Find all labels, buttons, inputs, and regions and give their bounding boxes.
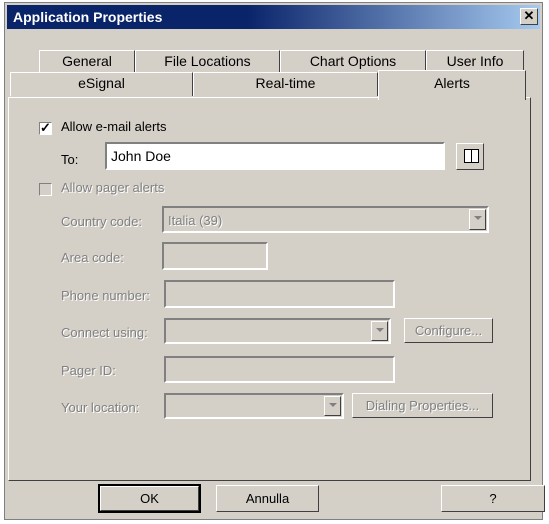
your-location-select[interactable] [164, 393, 344, 419]
tab-file-locations[interactable]: File Locations [135, 50, 280, 72]
connect-using-label: Connect using: [61, 325, 148, 340]
chevron-down-icon [474, 216, 482, 220]
phone-number-label: Phone number: [61, 288, 150, 303]
country-code-label: Country code: [61, 214, 142, 229]
tab-general[interactable]: General [39, 50, 135, 72]
to-field[interactable]: John Doe [105, 142, 445, 170]
active-tab-joint [379, 96, 525, 100]
to-label: To: [61, 152, 79, 167]
tab-esignal[interactable]: eSignal [10, 72, 193, 96]
window-title: Application Properties [13, 9, 163, 25]
cancel-button[interactable]: Annulla [216, 485, 319, 512]
address-book-icon [464, 149, 479, 163]
phone-number-field[interactable] [164, 280, 395, 308]
tab-user-info[interactable]: User Info [426, 50, 524, 72]
close-button[interactable]: ✕ [520, 8, 538, 25]
email-alerts-label: Allow e-mail alerts [61, 119, 167, 134]
email-alerts-checkbox[interactable]: ✓ [39, 120, 52, 135]
tab-chart-options[interactable]: Chart Options [280, 50, 426, 72]
alerts-panel: ✓ Allow e-mail alerts To: John Doe Allow… [8, 97, 531, 481]
country-code-select[interactable]: Italia (39) [162, 206, 489, 233]
pager-alerts-label: Allow pager alerts [61, 180, 165, 195]
address-book-button[interactable] [456, 143, 484, 170]
country-code-dropdown[interactable] [469, 209, 486, 230]
ok-button[interactable]: OK [98, 484, 201, 513]
ok-label: OK [140, 491, 159, 506]
area-code-label: Area code: [61, 250, 124, 265]
area-code-field[interactable] [162, 242, 268, 270]
to-value: John Doe [111, 148, 171, 164]
pager-id-field[interactable] [164, 356, 395, 383]
country-code-value: Italia (39) [168, 213, 223, 228]
connect-using-dropdown[interactable] [371, 321, 388, 341]
pager-alerts-checkbox[interactable] [39, 183, 52, 196]
tab-real-time[interactable]: Real-time [193, 72, 378, 96]
checkmark-icon: ✓ [40, 120, 51, 135]
chevron-down-icon [329, 403, 337, 407]
your-location-label: Your location: [61, 400, 140, 415]
title-bar: Application Properties ✕ [7, 5, 540, 29]
pager-id-label: Pager ID: [61, 363, 116, 378]
connect-using-select[interactable] [164, 318, 391, 344]
your-location-dropdown[interactable] [324, 396, 341, 416]
chevron-down-icon [376, 328, 384, 332]
help-button[interactable]: ? [441, 485, 545, 512]
dialing-properties-button[interactable]: Dialing Properties... [352, 393, 493, 418]
configure-button[interactable]: Configure... [404, 318, 493, 343]
